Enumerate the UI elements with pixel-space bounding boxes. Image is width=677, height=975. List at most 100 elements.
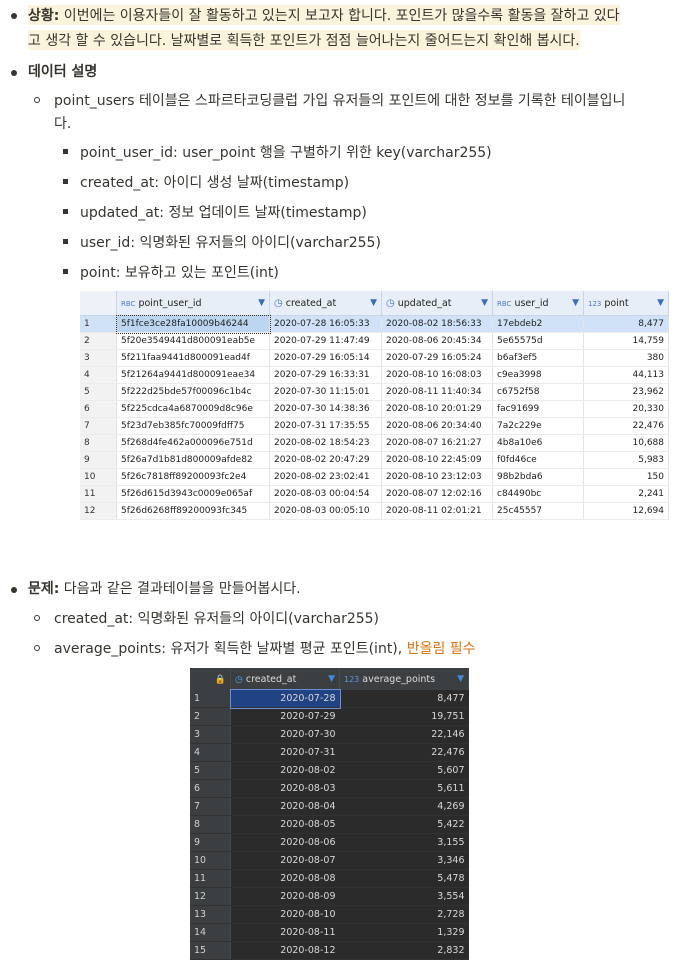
table-row[interactable]: 13 2020-08-10 2,728 (190, 905, 469, 924)
table-row[interactable]: 4 2020-07-31 22,476 (190, 743, 469, 762)
table-row[interactable]: 1 2020-07-28 8,477 (190, 689, 469, 709)
table-cell[interactable]: 2020-08-04 (230, 797, 340, 816)
table-cell[interactable]: 2020-08-03 (230, 779, 340, 798)
table-cell[interactable]: 25c45557 (492, 502, 584, 520)
table-cell[interactable]: 44,113 (583, 366, 669, 384)
table-row[interactable]: 7 2020-08-04 4,269 (190, 797, 469, 816)
column-header[interactable]: ◷ updated_at ▼ (381, 291, 493, 316)
table-row[interactable]: 5 5f222d25bde57f00096c1b4c 2020-07-30 11:1… (80, 383, 669, 401)
table-row[interactable]: 3 2020-07-30 22,146 (190, 725, 469, 744)
table-row[interactable]: 14 2020-08-11 1,329 (190, 923, 469, 942)
table-row[interactable]: 8 2020-08-05 5,422 (190, 815, 469, 834)
table-cell[interactable]: c84490bc (492, 485, 584, 503)
table-cell[interactable]: 10,688 (583, 434, 669, 452)
table-cell[interactable]: 2020-08-12 (230, 941, 340, 960)
table-cell[interactable]: 12,694 (583, 502, 669, 520)
table-cell[interactable]: 14,759 (583, 332, 669, 350)
table-cell[interactable]: 2020-08-02 18:54:23 (269, 434, 382, 452)
table-cell[interactable]: 5,611 (339, 779, 469, 798)
table-cell[interactable]: 2020-07-31 (230, 743, 340, 762)
table-cell[interactable]: 2020-08-03 00:04:54 (269, 485, 382, 503)
column-header[interactable]: RBC user_id ▼ (492, 291, 584, 316)
table-row[interactable]: 2 2020-07-29 19,751 (190, 707, 469, 726)
table-row[interactable]: 12 2020-08-09 3,554 (190, 887, 469, 906)
table-cell[interactable]: 5,478 (339, 869, 469, 888)
table-cell[interactable]: 5,983 (583, 451, 669, 469)
table-row[interactable]: 3 5f211faa9441d800091ead4f 2020-07-29 16:0… (80, 349, 669, 367)
column-header[interactable]: 123 point ▼ (583, 291, 669, 316)
table-row[interactable]: 6 2020-08-03 5,611 (190, 779, 469, 798)
table-row[interactable]: 10 5f26c7818ff89200093fc2e4 2020-08-02 23:… (80, 468, 669, 486)
column-header[interactable]: ◷ created_at ▼ (230, 668, 340, 690)
table-row[interactable]: 12 5f26d6268ff89200093fc345 2020-08-03 00:… (80, 502, 669, 520)
table-cell[interactable]: 5,607 (339, 761, 469, 780)
table-cell[interactable]: 4,269 (339, 797, 469, 816)
table-cell[interactable]: 20,330 (583, 400, 669, 418)
table-cell[interactable]: 3,155 (339, 833, 469, 852)
table-cell[interactable]: 2020-08-11 (230, 923, 340, 942)
table-cell[interactable]: 5f211faa9441d800091ead4f (116, 349, 270, 367)
table-row[interactable]: 4 5f21264a9441d800091eae34 2020-07-29 16:3… (80, 366, 669, 384)
table-cell[interactable]: 2,241 (583, 485, 669, 503)
table-cell[interactable]: 5f21264a9441d800091eae34 (116, 366, 270, 384)
table-row[interactable]: 5 2020-08-02 5,607 (190, 761, 469, 780)
table-row[interactable]: 15 2020-08-12 2,832 (190, 941, 469, 960)
table-cell[interactable]: 150 (583, 468, 669, 486)
table-cell[interactable]: 2020-07-29 16:33:31 (269, 366, 382, 384)
table-cell[interactable]: 2020-08-02 20:47:29 (269, 451, 382, 469)
table-cell[interactable]: 5f26c7818ff89200093fc2e4 (116, 468, 270, 486)
table-cell[interactable]: 2020-08-02 18:56:33 (381, 315, 493, 333)
table-row[interactable]: 10 2020-08-07 3,346 (190, 851, 469, 870)
table-cell[interactable]: 22,146 (339, 725, 469, 744)
table-cell[interactable]: 2020-08-10 (230, 905, 340, 924)
table-cell[interactable]: 2020-08-10 16:08:03 (381, 366, 493, 384)
table-cell[interactable]: 2020-07-29 16:05:24 (381, 349, 493, 367)
table-cell[interactable]: 2020-08-09 (230, 887, 340, 906)
table-cell[interactable]: 2020-08-11 11:40:34 (381, 383, 493, 401)
table-cell[interactable]: 2020-08-08 (230, 869, 340, 888)
table-cell[interactable]: 2020-08-10 20:01:29 (381, 400, 493, 418)
table-row[interactable]: 9 5f26a7d1b81d800009afde82 2020-08-02 20:4… (80, 451, 669, 469)
table-cell[interactable]: 2020-08-11 02:01:21 (381, 502, 493, 520)
table-cell[interactable]: 2020-08-06 20:45:34 (381, 332, 493, 350)
table-cell[interactable]: 4b8a10e6 (492, 434, 584, 452)
table-cell[interactable]: c6752f58 (492, 383, 584, 401)
table-cell[interactable]: 98b2bda6 (492, 468, 584, 486)
table-cell[interactable]: 8,477 (339, 690, 469, 708)
table-cell[interactable]: 2020-08-02 23:02:41 (269, 468, 382, 486)
table-cell[interactable]: 2020-08-07 (230, 851, 340, 870)
table-cell[interactable]: 2020-08-06 20:34:40 (381, 417, 493, 435)
table-cell[interactable]: 2020-08-06 (230, 833, 340, 852)
table-row[interactable]: 11 5f26d615d3943c0009e065af 2020-08-03 00:… (80, 485, 669, 503)
table-row[interactable]: 2 5f20e3549441d800091eab5e 2020-07-29 11:4… (80, 332, 669, 350)
table-cell[interactable]: 5f26d615d3943c0009e065af (116, 485, 270, 503)
table-cell[interactable]: 5f222d25bde57f00096c1b4c (116, 383, 270, 401)
table-cell[interactable]: 7a2c229e (492, 417, 584, 435)
table-cell[interactable]: 2020-07-28 (229, 689, 341, 709)
table-cell[interactable]: 5,422 (339, 815, 469, 834)
table-cell[interactable]: 1,329 (339, 923, 469, 942)
table-cell[interactable]: 5f20e3549441d800091eab5e (116, 332, 270, 350)
table-cell[interactable]: c9ea3998 (492, 366, 584, 384)
table-cell[interactable]: 5f26a7d1b81d800009afde82 (116, 451, 270, 469)
table-cell[interactable]: 5f1fce3ce28fa10009b46244 (115, 314, 271, 334)
table-cell[interactable]: 2,728 (339, 905, 469, 924)
table-cell[interactable]: 2020-07-29 (230, 707, 340, 726)
table-cell[interactable]: 5f268d4fe462a000096e751d (116, 434, 270, 452)
table-cell[interactable]: 5e65575d (492, 332, 584, 350)
table-cell[interactable]: 22,476 (339, 743, 469, 762)
table-cell[interactable]: 22,476 (583, 417, 669, 435)
table-cell[interactable]: 380 (583, 349, 669, 367)
table-cell[interactable]: 23,962 (583, 383, 669, 401)
table-cell[interactable]: 2020-07-29 11:47:49 (269, 332, 382, 350)
table-cell[interactable]: f0fd46ce (492, 451, 584, 469)
table-cell[interactable]: 2020-07-31 17:35:55 (269, 417, 382, 435)
table-cell[interactable]: 2020-08-03 00:05:10 (269, 502, 382, 520)
table-row[interactable]: 6 5f225cdca4a6870009d8c96e 2020-07-30 14:3… (80, 400, 669, 418)
table-cell[interactable]: 2020-07-29 16:05:14 (269, 349, 382, 367)
table-row[interactable]: 7 5f23d7eb385fc70009fdff75 2020-07-31 17:3… (80, 417, 669, 435)
table-cell[interactable]: 2020-07-30 (230, 725, 340, 744)
column-header[interactable]: ◷ created_at ▼ (269, 291, 382, 316)
table-cell[interactable]: 2020-08-02 (230, 761, 340, 780)
table-cell[interactable]: 2,832 (339, 941, 469, 960)
